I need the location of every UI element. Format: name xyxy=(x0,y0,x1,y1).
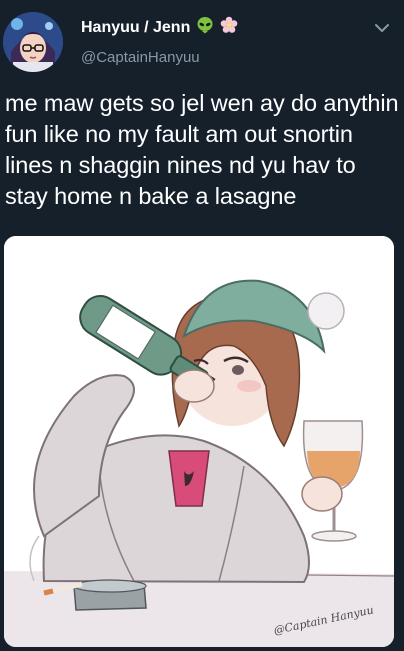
tweet-text: me maw gets so jel wen ay do anythin fun… xyxy=(5,90,399,209)
username[interactable]: @CaptainHanyuu xyxy=(81,48,238,68)
tweet-card: Hanyuu / Jenn @CaptainHanyuu me maw gets… xyxy=(0,0,404,651)
tweet-header: Hanyuu / Jenn @CaptainHanyuu xyxy=(0,0,404,86)
avatar[interactable] xyxy=(3,12,63,72)
tweet-image[interactable]: @Captain Hanyuu xyxy=(4,236,394,647)
display-name-text: Hanyuu / Jenn xyxy=(81,19,191,36)
flower-icon xyxy=(220,16,238,40)
chevron-down-icon[interactable] xyxy=(372,18,392,38)
alien-icon xyxy=(196,16,214,40)
user-names: Hanyuu / Jenn @CaptainHanyuu xyxy=(81,16,238,68)
display-name[interactable]: Hanyuu / Jenn xyxy=(81,16,238,40)
